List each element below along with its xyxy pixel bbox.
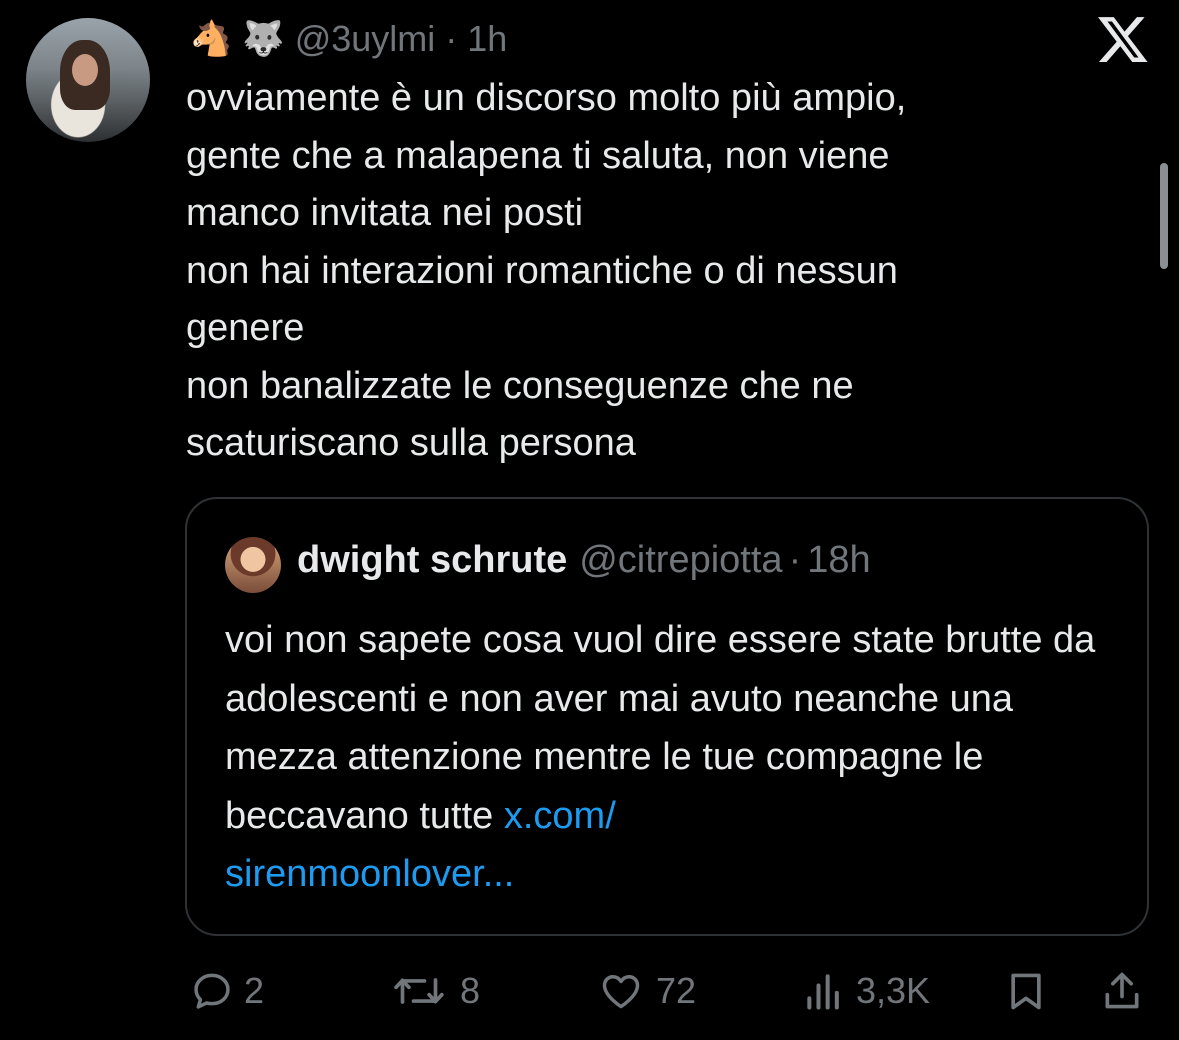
wolf-emoji: 🐺 (242, 20, 285, 58)
scrollbar[interactable] (1160, 163, 1168, 269)
quoted-text: voi non sapete cosa vuol dire essere sta… (225, 611, 1125, 904)
separator-dot: · (788, 539, 802, 581)
separator-dot: · (445, 18, 458, 59)
bookmark-button[interactable] (1004, 958, 1048, 1024)
action-bar: 2 8 72 3,3K (0, 958, 1179, 1028)
repost-button[interactable]: 8 (388, 958, 480, 1024)
like-count: 72 (656, 970, 697, 1011)
share-icon (1105, 972, 1139, 1009)
quoted-time[interactable]: 18h (807, 539, 870, 582)
reply-button[interactable]: 2 (190, 958, 264, 1024)
x-logo-icon[interactable] (1096, 12, 1150, 66)
bookmark-icon (1011, 973, 1041, 1010)
quoted-link-part1[interactable]: x.com/ (504, 795, 616, 837)
avatar-face (72, 54, 98, 86)
tweet-header: 🐴 🐺 @3uylmi · 1h (190, 14, 507, 64)
like-button[interactable]: 72 (596, 958, 696, 1024)
views-button[interactable]: 3,3K (802, 958, 930, 1024)
reply-count: 2 (244, 970, 265, 1011)
quoted-name[interactable]: dwight schrute (297, 539, 567, 582)
views-count: 3,3K (856, 970, 931, 1011)
quoted-header: dwight schrute @citrepiotta · 18h (297, 539, 871, 582)
quoted-handle[interactable]: @citrepiotta (579, 539, 782, 582)
quoted-link-part2[interactable]: sirenmoonlover... (225, 853, 514, 895)
quoted-avatar[interactable] (225, 537, 281, 593)
repost-count: 8 (460, 970, 481, 1011)
tweet-time[interactable]: 1h (467, 18, 507, 60)
quoted-tweet[interactable]: dwight schrute @citrepiotta · 18h voi no… (185, 497, 1149, 936)
author-avatar[interactable] (26, 18, 150, 142)
like-icon (602, 974, 640, 1009)
reply-icon (194, 973, 230, 1009)
views-icon (807, 974, 839, 1010)
repost-icon (394, 978, 444, 1004)
author-handle[interactable]: @3uylmi (295, 18, 436, 60)
tweet-text: ovviamente è un discorso molto più ampio… (186, 77, 907, 464)
horse-emoji: 🐴 (190, 20, 233, 58)
share-button[interactable] (1100, 958, 1144, 1024)
quoted-body: voi non sapete cosa vuol dire essere sta… (225, 619, 1096, 837)
